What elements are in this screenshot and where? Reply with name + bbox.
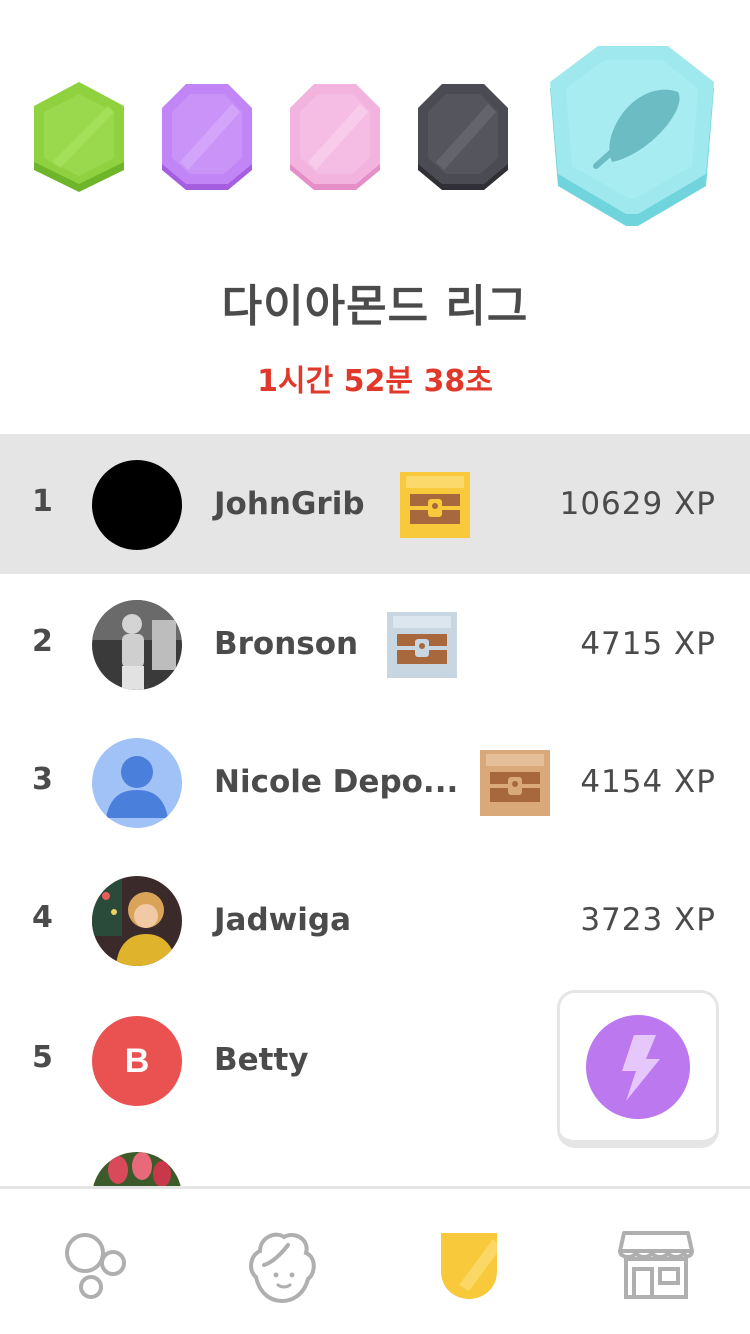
xp-value: 4154 XP [580, 764, 716, 800]
user-name: Nicole Depo... [214, 764, 459, 800]
photo-avatar-icon [92, 876, 182, 966]
photo-avatar-icon [92, 1152, 182, 1188]
amethyst-league-badge [162, 84, 252, 190]
default-person-icon [106, 756, 168, 818]
xp-value: 3723 XP [580, 902, 716, 938]
emerald-league-badge [34, 82, 124, 192]
avatar[interactable] [92, 876, 182, 966]
league-shield-icon[interactable] [429, 1225, 509, 1305]
bronze-chest-icon [480, 750, 550, 816]
league-timer: 1시간 52분 38초 [257, 364, 493, 399]
user-name: Jadwiga [214, 902, 352, 938]
avatar[interactable] [92, 1152, 182, 1188]
avatar-letter: B [124, 1042, 150, 1080]
league-badges [0, 0, 750, 250]
bubbles-icon[interactable] [55, 1225, 135, 1305]
shop-icon[interactable] [616, 1225, 696, 1305]
leaderboard-row[interactable]: 2 Bronson 4715 XP [0, 574, 750, 714]
leaderboard-row[interactable]: 1 JohnGrib 10629 XP [0, 434, 750, 574]
rank-number: 3 [32, 762, 53, 797]
pearl-league-badge [290, 84, 380, 190]
leaderboard-row[interactable]: 3 Nicole Depo... 4154 XP [0, 712, 750, 852]
silver-chest-icon [387, 612, 457, 678]
character-icon[interactable] [242, 1225, 322, 1305]
diamond-league-badge [550, 46, 714, 226]
rank-number: 1 [32, 484, 53, 519]
xp-value: 10629 XP [559, 486, 716, 522]
lightning-icon [586, 1015, 690, 1119]
photo-avatar-icon [92, 600, 182, 690]
rank-number: 4 [32, 900, 53, 935]
avatar[interactable] [92, 738, 182, 828]
user-name: JohnGrib [214, 486, 365, 522]
avatar[interactable]: B [92, 1016, 182, 1106]
avatar[interactable] [92, 460, 182, 550]
obsidian-league-badge [418, 84, 508, 190]
power-up-button[interactable] [557, 990, 719, 1148]
gold-chest-icon [400, 472, 470, 538]
xp-value: 4715 XP [580, 626, 716, 662]
user-name: Bronson [214, 626, 359, 662]
user-name: Betty [214, 1042, 309, 1078]
tab-bar [0, 1186, 750, 1334]
league-title: 다이아몬드 리그 [221, 281, 529, 332]
avatar[interactable] [92, 600, 182, 690]
leaderboard-row[interactable]: 4 Jadwiga 3723 XP [0, 850, 750, 990]
rank-number: 5 [32, 1040, 53, 1075]
rank-number: 2 [32, 624, 53, 659]
